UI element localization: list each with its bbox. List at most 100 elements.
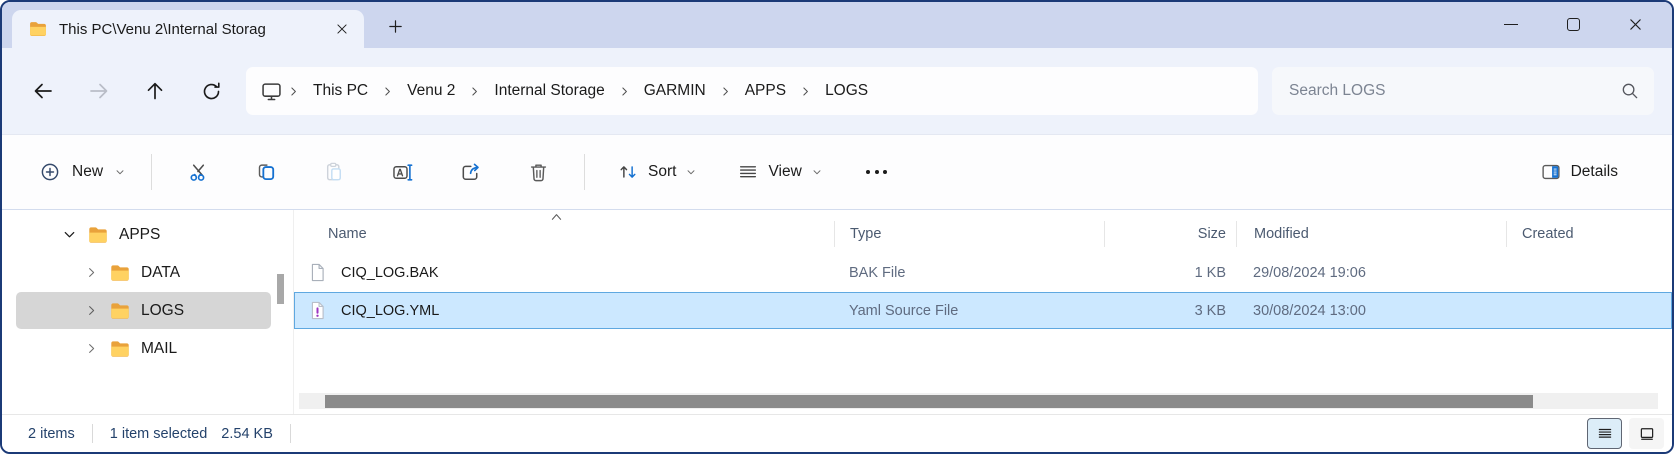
breadcrumb-item-venu2[interactable]: Venu 2 (396, 75, 466, 107)
delete-button[interactable] (514, 148, 562, 196)
more-options-button[interactable] (853, 148, 901, 196)
column-header-modified[interactable]: Modified (1236, 221, 1506, 247)
search-box (1272, 67, 1654, 115)
folder-icon (109, 338, 131, 360)
tab-close-button[interactable] (328, 15, 356, 43)
column-header-created[interactable]: Created (1506, 221, 1672, 247)
sort-button[interactable]: Sort (605, 152, 709, 192)
items-count: 2 items (28, 426, 75, 442)
column-header-size[interactable]: Size (1104, 221, 1236, 247)
command-toolbar: New Sort View (2, 134, 1672, 210)
file-row-ciq-log-yml[interactable]: CIQ_LOG.YML Yaml Source File 3 KB 30/08/… (294, 292, 1672, 329)
new-button[interactable]: New (26, 152, 139, 192)
selection-count: 1 item selected (110, 426, 208, 442)
breadcrumb-item-apps[interactable]: APPS (734, 75, 797, 107)
toolbar-divider (151, 154, 152, 190)
chevron-right-icon (616, 85, 633, 98)
new-tab-button[interactable] (380, 11, 410, 41)
tree-item-mail[interactable]: MAIL (16, 330, 271, 367)
breadcrumb-item-internal-storage[interactable]: Internal Storage (483, 75, 615, 107)
chevron-down-icon[interactable] (58, 226, 80, 243)
content-area: APPS DATA LOGS MAIL (2, 210, 1672, 414)
navigation-tree: APPS DATA LOGS MAIL (2, 210, 294, 414)
horizontal-scrollbar-thumb[interactable] (325, 395, 1533, 408)
minimize-icon (1504, 24, 1518, 25)
forward-button[interactable] (78, 70, 120, 112)
file-name: CIQ_LOG.YML (341, 303, 439, 319)
selection-size: 2.54 KB (221, 426, 273, 442)
sort-ascending-caret-icon (549, 209, 564, 227)
copy-icon (255, 161, 278, 184)
chevron-right-icon (797, 85, 814, 98)
tree-item-label: MAIL (141, 340, 177, 358)
close-icon (1628, 17, 1643, 32)
column-header-name[interactable]: Name (294, 221, 834, 247)
navigation-bar: This PC Venu 2 Internal Storage GARMIN A… (2, 48, 1672, 134)
chevron-right-icon (379, 85, 396, 98)
column-header-type[interactable]: Type (834, 221, 1104, 247)
refresh-button[interactable] (190, 70, 232, 112)
file-created (1506, 254, 1672, 291)
breadcrumb-item-this-pc[interactable]: This PC (302, 75, 379, 107)
maximize-button[interactable] (1542, 2, 1604, 46)
chevron-right-icon[interactable] (80, 341, 102, 356)
arrow-left-icon (31, 79, 55, 103)
folder-icon (28, 19, 48, 39)
plus-circle-icon (39, 161, 61, 183)
search-icon (1620, 81, 1640, 101)
back-button[interactable] (22, 70, 64, 112)
tab-title: This PC\Venu 2\Internal Storag (59, 21, 317, 38)
minimize-button[interactable] (1480, 2, 1542, 46)
folder-icon (109, 300, 131, 322)
file-generic-icon (307, 262, 328, 283)
thumbnail-view-icon (1638, 425, 1656, 443)
chevron-down-icon (114, 166, 126, 178)
tree-item-logs[interactable]: LOGS (16, 292, 271, 329)
tree-item-data[interactable]: DATA (16, 254, 271, 291)
folder-icon (109, 262, 131, 284)
paste-button[interactable] (310, 148, 358, 196)
cut-button[interactable] (174, 148, 222, 196)
file-row-ciq-log-bak[interactable]: CIQ_LOG.BAK BAK File 1 KB 29/08/2024 19:… (294, 254, 1672, 291)
window-controls (1480, 2, 1666, 46)
file-list: Name Type Size Modified Created CIQ_LOG.… (294, 210, 1672, 414)
breadcrumb-item-garmin[interactable]: GARMIN (633, 75, 717, 107)
explorer-tab[interactable]: This PC\Venu 2\Internal Storag (12, 10, 364, 48)
chevron-right-icon[interactable] (80, 303, 102, 318)
details-view-toggle[interactable] (1587, 418, 1622, 449)
status-bar: 2 items 1 item selected 2.54 KB (2, 414, 1672, 452)
view-button[interactable]: View (725, 152, 834, 192)
status-divider (290, 424, 291, 443)
close-window-button[interactable] (1604, 2, 1666, 46)
this-pc-icon (258, 80, 285, 103)
tree-item-apps[interactable]: APPS (16, 216, 271, 253)
tree-item-label: LOGS (141, 302, 184, 320)
details-pane-icon (1540, 161, 1562, 183)
copy-button[interactable] (242, 148, 290, 196)
view-button-label: View (768, 163, 801, 181)
breadcrumb: This PC Venu 2 Internal Storage GARMIN A… (246, 67, 1258, 115)
tree-scrollbar-thumb[interactable] (277, 274, 284, 304)
file-explorer-window: This PC\Venu 2\Internal Storag (0, 0, 1674, 454)
chevron-right-icon (717, 85, 734, 98)
chevron-right-icon[interactable] (80, 265, 102, 280)
maximize-icon (1567, 18, 1580, 31)
thumbnail-view-toggle[interactable] (1629, 418, 1664, 449)
horizontal-scrollbar[interactable] (299, 393, 1658, 409)
close-icon (335, 22, 349, 36)
share-icon (459, 161, 482, 184)
ellipsis-icon (866, 170, 887, 174)
sort-button-label: Sort (648, 163, 676, 181)
details-pane-button[interactable]: Details (1528, 152, 1630, 192)
file-created (1506, 292, 1672, 329)
search-input[interactable] (1289, 82, 1620, 100)
rename-button[interactable] (378, 148, 426, 196)
chevron-right-icon (466, 85, 483, 98)
share-button[interactable] (446, 148, 494, 196)
chevron-down-icon (811, 166, 823, 178)
up-button[interactable] (134, 70, 176, 112)
file-type: BAK File (834, 254, 1104, 291)
breadcrumb-item-logs[interactable]: LOGS (814, 75, 879, 107)
status-divider (92, 424, 93, 443)
file-size: 3 KB (1104, 292, 1236, 329)
